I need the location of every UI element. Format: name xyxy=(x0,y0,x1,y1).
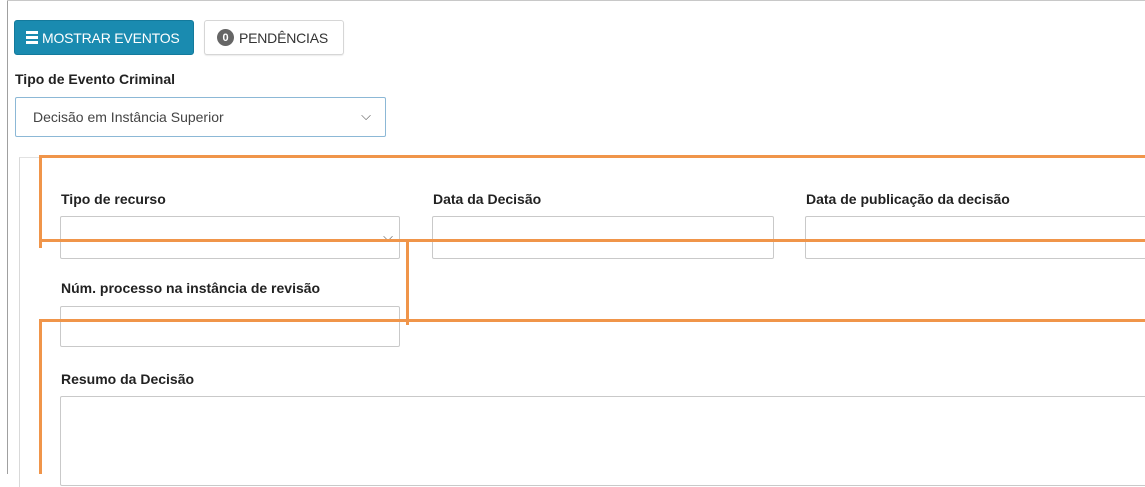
chevron-down-icon: ⌵ xyxy=(383,229,393,244)
decision-date-label: Data da Decisão xyxy=(433,191,542,207)
highlight-row-divider xyxy=(39,239,1145,242)
list-icon xyxy=(26,31,38,44)
event-type-selected-value: Decisão em Instância Superior xyxy=(33,109,224,125)
highlight-box-top-edge xyxy=(39,155,1145,158)
appeal-type-select[interactable]: ⌵ xyxy=(60,216,400,259)
decision-date-input[interactable] xyxy=(432,216,774,259)
appeal-type-label: Tipo de recurso xyxy=(61,191,166,207)
highlight-lower-left-edge xyxy=(39,319,42,474)
highlight-box-left-edge xyxy=(39,155,42,248)
event-type-label: Tipo de Evento Criminal xyxy=(15,71,175,87)
pending-button[interactable]: 0 PENDÊNCIAS xyxy=(204,20,344,55)
highlight-lower-divider xyxy=(39,319,1145,322)
show-events-label: MOSTRAR EVENTOS xyxy=(42,29,180,46)
window-top-border xyxy=(7,0,1145,1)
chevron-down-icon: ⌵ xyxy=(361,108,371,123)
summary-textarea[interactable] xyxy=(60,396,1145,486)
summary-label: Resumo da Decisão xyxy=(61,371,195,387)
publication-date-label: Data de publicação da decisão xyxy=(806,191,1010,207)
event-type-select[interactable]: Decisão em Instância Superior ⌵ xyxy=(15,97,386,137)
window-left-border xyxy=(7,0,8,474)
process-number-input[interactable] xyxy=(60,306,400,347)
highlight-process-right-edge xyxy=(406,239,409,325)
pending-label: PENDÊNCIAS xyxy=(239,29,329,46)
show-events-button[interactable]: MOSTRAR EVENTOS xyxy=(14,20,194,55)
process-number-label: Núm. processo na instância de revisão xyxy=(61,280,321,296)
publication-date-input[interactable] xyxy=(805,216,1145,259)
pending-count-badge: 0 xyxy=(217,29,234,46)
